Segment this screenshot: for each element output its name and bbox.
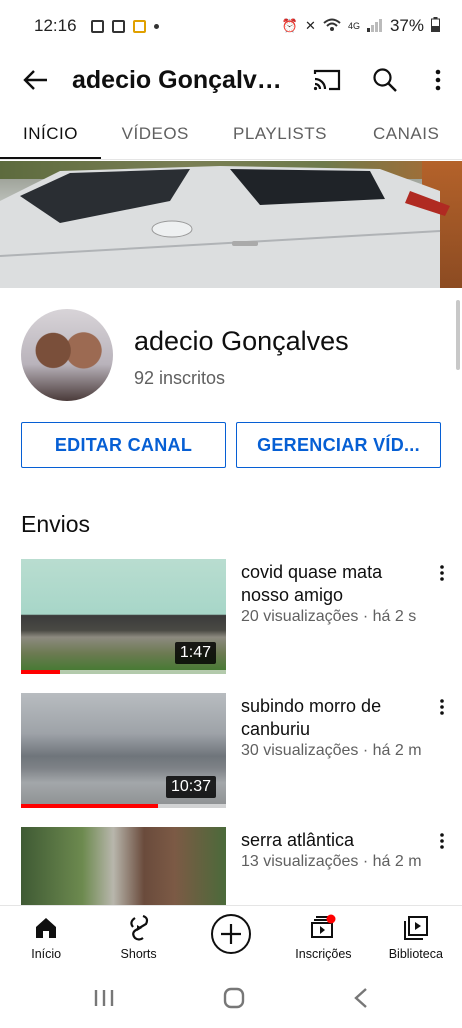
scrollbar[interactable] <box>456 300 460 370</box>
alarm-icon: ⏰ <box>281 18 299 33</box>
network-type: 4G <box>347 21 360 31</box>
subscriptions-icon <box>311 914 336 938</box>
screenshot-icon-2 <box>111 19 125 33</box>
nav-library[interactable]: Biblioteca <box>370 906 462 967</box>
more-vert-icon <box>435 69 441 91</box>
more-notifications-dot <box>153 23 159 29</box>
tab-inicio[interactable]: INÍCIO <box>0 108 101 159</box>
home-icon <box>36 918 57 938</box>
channel-banner <box>0 161 462 288</box>
tab-videos[interactable]: VÍDEOS <box>101 108 210 159</box>
channel-tabs: INÍCIO VÍDEOS PLAYLISTS CANAIS <box>0 108 462 160</box>
video-item[interactable]: 1:47 covid quase mata nosso amigo 20 vis… <box>0 559 462 674</box>
tab-canais[interactable]: CANAIS <box>350 108 462 159</box>
recent-apps-icon[interactable] <box>93 988 115 1008</box>
uploads-section-title: Envios <box>21 511 91 537</box>
tab-playlists[interactable]: PLAYLISTS <box>210 108 351 159</box>
manage-videos-button[interactable]: GERENCIAR VÍD... <box>236 422 441 468</box>
video-title[interactable]: covid quase mata nosso amigo <box>241 561 421 607</box>
mute-icon: ✕ <box>305 18 316 33</box>
create-icon <box>211 914 252 954</box>
notification-icons <box>90 19 159 33</box>
wifi-icon <box>323 18 341 35</box>
video-meta: 30 visualizações · há 2 m <box>241 742 422 759</box>
video-item[interactable]: 10:37 subindo morro de canburiu 30 visua… <box>0 693 462 808</box>
more-options-button[interactable] <box>414 52 462 108</box>
home-button-icon[interactable] <box>222 986 246 1010</box>
battery-icon <box>431 17 440 35</box>
status-bar: 12:16 ⏰ ✕ 4G 37% <box>0 0 462 52</box>
video-more-button[interactable] <box>428 827 456 855</box>
nav-shorts[interactable]: Shorts <box>92 906 184 967</box>
search-button[interactable] <box>356 52 414 108</box>
channel-name: adecio Gonçalves <box>134 326 349 356</box>
video-thumbnail[interactable]: 1:47 <box>21 559 226 674</box>
system-navigation <box>0 967 462 1028</box>
watch-progress-bar <box>21 804 159 808</box>
back-nav-icon[interactable] <box>353 987 369 1009</box>
search-icon <box>373 68 397 92</box>
cast-button[interactable] <box>298 52 356 108</box>
nav-home[interactable]: Início <box>0 906 92 967</box>
video-duration: 10:37 <box>165 776 216 798</box>
subscriber-count: 92 inscritos <box>134 368 226 388</box>
back-button[interactable] <box>0 52 72 108</box>
nav-label-subscriptions: Inscrições <box>295 947 352 961</box>
nav-label-home: Início <box>31 947 62 961</box>
edit-channel-button[interactable]: EDITAR CANAL <box>21 422 226 468</box>
video-meta: 13 visualizações · há 2 m <box>241 853 422 870</box>
video-duration: 1:47 <box>174 642 216 664</box>
bottom-navigation: Início Shorts Inscrições Biblioteca <box>0 905 462 967</box>
battery-percent: 37% <box>389 16 424 35</box>
shorts-icon <box>129 914 148 941</box>
cast-icon <box>313 69 341 91</box>
video-title[interactable]: subindo morro de canburiu <box>241 695 421 741</box>
video-more-button[interactable] <box>428 559 456 587</box>
library-icon <box>403 916 428 940</box>
nav-subscriptions[interactable]: Inscrições <box>277 906 369 967</box>
channel-avatar[interactable] <box>21 309 113 401</box>
video-more-button[interactable] <box>428 693 456 721</box>
signal-icon <box>366 18 383 35</box>
arrow-left-icon <box>23 70 47 90</box>
watch-progress-bar <box>21 670 60 674</box>
more-vert-icon <box>440 699 444 715</box>
nav-create[interactable] <box>185 906 277 967</box>
video-thumbnail[interactable]: 10:37 <box>21 693 226 808</box>
app-notification-icon <box>132 19 146 33</box>
video-title[interactable]: serra atlântica <box>241 829 421 852</box>
nav-label-shorts: Shorts <box>120 947 157 961</box>
screenshot-icon <box>90 19 104 33</box>
video-meta: 20 visualizações · há 2 s <box>241 608 417 625</box>
more-vert-icon <box>440 565 444 581</box>
page-title: adecio Gonçalves <box>72 65 284 94</box>
nav-label-library: Biblioteca <box>388 947 443 961</box>
app-header: adecio Gonçalves <box>0 52 462 108</box>
status-time: 12:16 <box>34 16 77 35</box>
more-vert-icon <box>440 833 444 849</box>
